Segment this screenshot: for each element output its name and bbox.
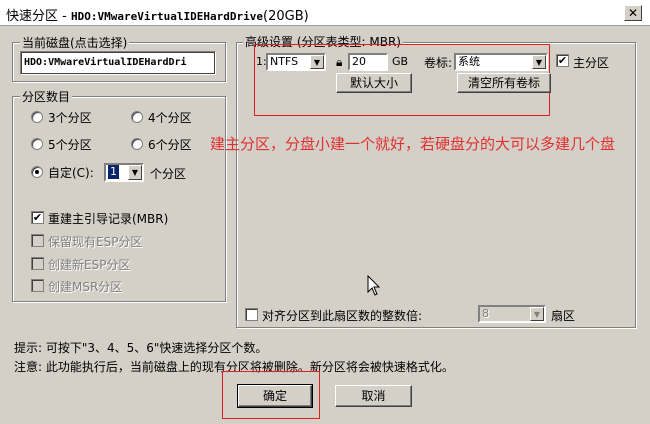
create-msr-checkbox[interactable]	[31, 279, 44, 292]
window-title: 快速分区 - HDO:VMwareVirtualIDEHardDrive(20G…	[6, 9, 309, 24]
keep-esp-label: 保留现有ESP分区	[48, 235, 143, 249]
size-unit: GB	[392, 55, 409, 68]
close-icon: ✕	[627, 6, 639, 20]
size-input[interactable]: 20	[348, 53, 388, 71]
keep-esp-checkbox[interactable]	[31, 234, 44, 247]
align-partition-checkbox[interactable]	[245, 308, 258, 321]
size-value: 20	[352, 55, 366, 68]
align-sectors-select[interactable]: 8 ▼	[478, 305, 546, 323]
chevron-down-icon[interactable]: ▼	[310, 55, 324, 69]
default-size-button[interactable]: 默认大小	[336, 73, 412, 93]
volume-label-select[interactable]: 系统 ▼	[454, 53, 548, 71]
current-disk-field[interactable]: HDO:VMwareVirtualIDEHardDri	[20, 51, 216, 75]
chevron-down-icon[interactable]: ▼	[128, 165, 142, 180]
ok-button[interactable]: 确定	[237, 384, 313, 408]
align-sectors-unit: 扇区	[551, 309, 576, 323]
volume-label-caption: 卷标:	[424, 56, 453, 70]
primary-partition-checkbox[interactable]: ✔	[556, 54, 569, 67]
custom-count-suffix: 个分区	[150, 167, 187, 181]
filesystem-value: NTFS	[270, 55, 299, 68]
create-esp-checkbox[interactable]	[31, 257, 44, 270]
annotation-text: 建主分区，分盘小建一个就好，若硬盘分的大可以多建几个盘	[210, 135, 616, 153]
lock-icon[interactable]: 🔒︎	[336, 55, 342, 70]
primary-partition-label: 主分区	[573, 56, 610, 70]
custom-count-value: 1	[108, 165, 119, 179]
title-bar: 快速分区 - HDO:VMwareVirtualIDEHardDrive(20G…	[0, 0, 650, 26]
align-partition-label: 对齐分区到此扇区数的整数倍:	[262, 309, 423, 323]
mouse-cursor-icon	[367, 274, 381, 300]
clear-all-labels-button[interactable]: 清空所有卷标	[457, 73, 551, 93]
partition-count-group-title: 分区数目	[20, 88, 73, 105]
create-esp-label: 创建新ESP分区	[48, 258, 131, 272]
radio-6-partitions-label: 6个分区	[148, 138, 192, 152]
chevron-down-icon[interactable]: ▼	[532, 55, 546, 69]
align-sectors-value: 8	[482, 307, 489, 320]
radio-5-partitions-label: 5个分区	[48, 138, 92, 152]
rebuild-mbr-checkbox[interactable]: ✔	[31, 211, 44, 224]
current-disk-group-title: 当前磁盘(点击选择)	[20, 34, 130, 51]
close-button[interactable]: ✕	[624, 5, 642, 21]
radio-6-partitions[interactable]	[131, 138, 143, 150]
hint-text: 提示: 可按下"3、4、5、6"快速选择分区个数。	[14, 341, 268, 355]
chevron-down-icon[interactable]: ▼	[530, 307, 544, 321]
radio-custom[interactable]	[31, 166, 43, 178]
rebuild-mbr-label: 重建主引导记录(MBR)	[48, 212, 169, 226]
create-msr-label: 创建MSR分区	[48, 280, 123, 294]
radio-4-partitions-label: 4个分区	[148, 111, 192, 125]
custom-count-select[interactable]: 1 ▼	[104, 163, 144, 182]
radio-4-partitions[interactable]	[131, 111, 143, 123]
cancel-button[interactable]: 取消	[335, 385, 412, 407]
volume-label-value: 系统	[458, 55, 480, 68]
radio-custom-label: 自定(C):	[48, 166, 94, 180]
filesystem-select[interactable]: NTFS ▼	[266, 53, 326, 71]
radio-3-partitions-label: 3个分区	[48, 111, 92, 125]
radio-5-partitions[interactable]	[31, 138, 43, 150]
radio-3-partitions[interactable]	[31, 111, 43, 123]
